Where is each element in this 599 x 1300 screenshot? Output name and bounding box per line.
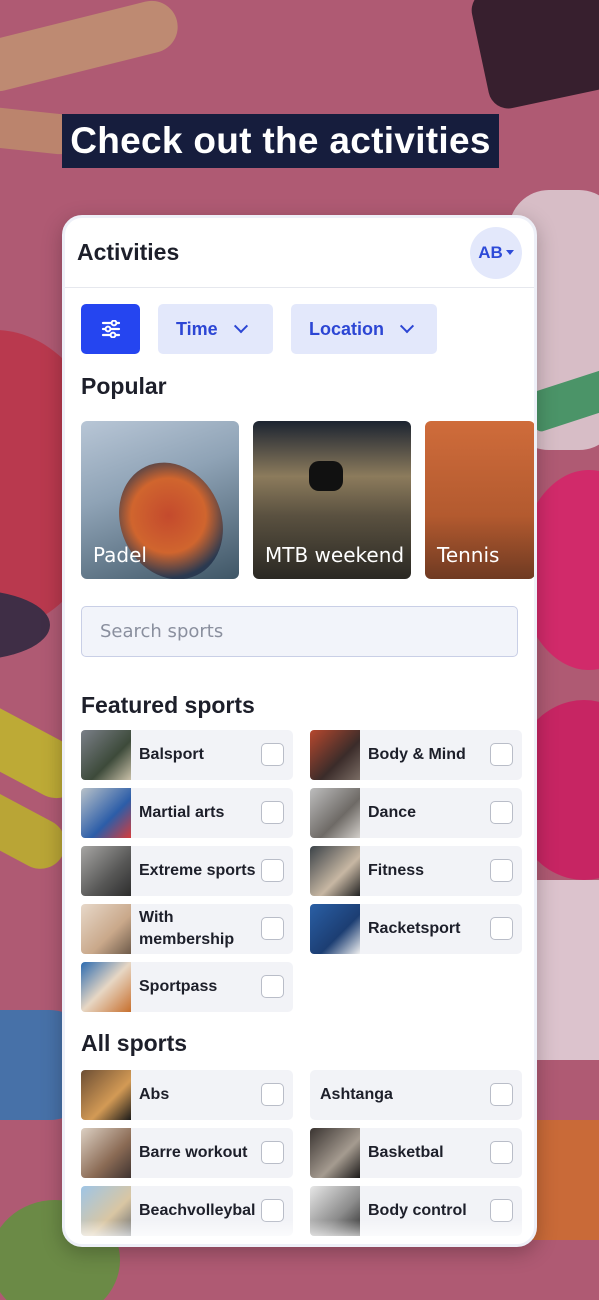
sport-label: Ashtanga bbox=[320, 1086, 393, 1104]
sport-label: With membership bbox=[139, 909, 235, 948]
popular-card-padel[interactable]: Padel bbox=[81, 421, 239, 579]
caret-down-icon bbox=[505, 250, 514, 255]
sport-thumbnail bbox=[81, 730, 131, 780]
sport-checkbox[interactable] bbox=[261, 1141, 284, 1164]
sport-thumbnail bbox=[310, 846, 360, 896]
filter-bar: Time Location bbox=[81, 304, 518, 354]
sport-item-dance[interactable]: Dance bbox=[310, 788, 522, 838]
all-sports-grid: Abs Ashtanga Barre workout Basketbal Bea… bbox=[81, 1070, 522, 1236]
headline-banner: Check out the activities bbox=[62, 114, 499, 168]
sport-label: Abs bbox=[139, 1086, 170, 1104]
sport-label: Sportpass bbox=[139, 978, 218, 996]
sport-label: Barre workout bbox=[139, 1144, 248, 1162]
sport-label: Extreme sports bbox=[139, 862, 256, 880]
sport-label: Martial arts bbox=[139, 804, 225, 822]
popular-card-mtb-weekend[interactable]: MTB weekend bbox=[253, 421, 411, 579]
sport-item-martial-arts[interactable]: Martial arts bbox=[81, 788, 293, 838]
time-dropdown[interactable]: Time bbox=[158, 304, 273, 354]
scroll-fade bbox=[65, 1220, 534, 1244]
popular-card-label: Tennis bbox=[437, 543, 500, 567]
sport-thumbnail bbox=[310, 788, 360, 838]
sport-thumbnail bbox=[81, 788, 131, 838]
top-bar: Activities AB bbox=[65, 218, 534, 288]
search-field[interactable] bbox=[81, 606, 518, 657]
sport-item-ashtanga[interactable]: Ashtanga bbox=[310, 1070, 522, 1120]
sport-checkbox[interactable] bbox=[261, 975, 284, 998]
sport-thumbnail bbox=[81, 904, 131, 954]
sport-item-body-mind[interactable]: Body & Mind bbox=[310, 730, 522, 780]
page-title: Activities bbox=[77, 239, 180, 265]
search-input[interactable] bbox=[100, 621, 499, 642]
sport-checkbox[interactable] bbox=[490, 1199, 513, 1222]
popular-card-label: Padel bbox=[93, 543, 147, 567]
sport-label: Racketsport bbox=[368, 920, 461, 938]
popular-heading: Popular bbox=[81, 373, 167, 399]
avatar-menu-button[interactable]: AB bbox=[470, 226, 522, 279]
location-dropdown[interactable]: Location bbox=[291, 304, 437, 354]
sport-checkbox[interactable] bbox=[490, 859, 513, 882]
sport-item-barre-workout[interactable]: Barre workout bbox=[81, 1128, 293, 1178]
sport-thumbnail bbox=[81, 846, 131, 896]
all-sports-heading: All sports bbox=[81, 1030, 188, 1056]
sport-item-basketbal[interactable]: Basketbal bbox=[310, 1128, 522, 1178]
sport-checkbox[interactable] bbox=[261, 1199, 284, 1222]
sport-item-balsport[interactable]: Balsport bbox=[81, 730, 293, 780]
mountain-biker-image bbox=[309, 461, 343, 491]
time-dropdown-label: Time bbox=[176, 318, 218, 339]
sport-label: Beachvolleybal bbox=[139, 1202, 256, 1220]
sport-checkbox[interactable] bbox=[490, 801, 513, 824]
sport-item-sportpass[interactable]: Sportpass bbox=[81, 962, 293, 1012]
popular-card-label: MTB weekend bbox=[265, 543, 405, 567]
sport-checkbox[interactable] bbox=[261, 917, 284, 940]
sport-thumbnail bbox=[81, 962, 131, 1012]
sport-checkbox[interactable] bbox=[261, 743, 284, 766]
sport-checkbox[interactable] bbox=[490, 1083, 513, 1106]
filter-settings-button[interactable] bbox=[81, 304, 140, 354]
sport-label: Balsport bbox=[139, 746, 204, 764]
location-dropdown-label: Location bbox=[309, 318, 384, 339]
sport-label: Body control bbox=[368, 1202, 467, 1220]
chevron-down-icon bbox=[399, 319, 415, 334]
sport-checkbox[interactable] bbox=[490, 1141, 513, 1164]
sport-checkbox[interactable] bbox=[490, 917, 513, 940]
sport-thumbnail bbox=[310, 1128, 360, 1178]
sport-label: Dance bbox=[368, 804, 417, 822]
popular-card-tennis[interactable]: Tennis bbox=[425, 421, 534, 579]
sport-thumbnail bbox=[81, 1128, 131, 1178]
sport-checkbox[interactable] bbox=[261, 859, 284, 882]
sport-checkbox[interactable] bbox=[490, 743, 513, 766]
featured-sports-grid: Balsport Body & Mind Martial arts Dance … bbox=[81, 730, 522, 1012]
sport-checkbox[interactable] bbox=[261, 801, 284, 824]
sliders-icon bbox=[101, 320, 120, 338]
main-content: Time Location Popular Padel MTB weekend … bbox=[65, 288, 534, 1236]
sport-item-abs[interactable]: Abs bbox=[81, 1070, 293, 1120]
sport-item-racketsport[interactable]: Racketsport bbox=[310, 904, 522, 954]
sport-thumbnail bbox=[81, 1070, 131, 1120]
sport-item-fitness[interactable]: Fitness bbox=[310, 846, 522, 896]
sport-thumbnail bbox=[310, 730, 360, 780]
avatar-initials: AB bbox=[478, 242, 503, 262]
sport-item-extreme-sports[interactable]: Extreme sports bbox=[81, 846, 293, 896]
popular-carousel[interactable]: Padel MTB weekend Tennis bbox=[81, 421, 534, 579]
app-screen: Activities AB Time Location Popular Pade… bbox=[62, 215, 537, 1247]
chevron-down-icon bbox=[233, 319, 248, 334]
sport-thumbnail bbox=[310, 904, 360, 954]
sport-label: Basketbal bbox=[368, 1144, 444, 1162]
featured-sports-heading: Featured sports bbox=[81, 692, 255, 718]
sport-label: Body & Mind bbox=[368, 746, 466, 764]
sport-checkbox[interactable] bbox=[261, 1083, 284, 1106]
sport-item-with-membership[interactable]: With membership bbox=[81, 904, 293, 954]
sport-label: Fitness bbox=[368, 862, 425, 880]
